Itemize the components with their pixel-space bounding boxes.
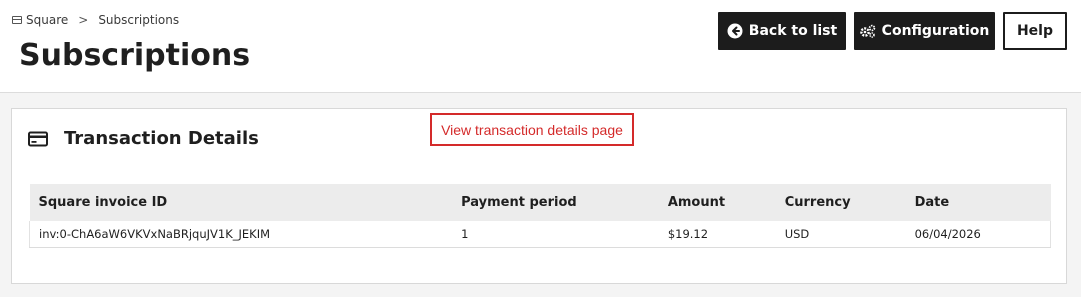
breadcrumb-current: Subscriptions [98, 13, 180, 27]
column-header-payment-period: Payment period [452, 184, 659, 221]
back-to-list-label: Back to list [748, 23, 838, 39]
configuration-button[interactable]: Configuration [854, 12, 995, 50]
card-title: Transaction Details [28, 128, 259, 149]
gears-icon [859, 24, 876, 38]
breadcrumb-link-square[interactable]: Square [26, 13, 68, 27]
page-header: Square > Subscriptions Subscriptions Bac… [0, 0, 1081, 93]
annotation-label: View transaction details page [430, 113, 634, 146]
cell-invoice-id: inv:0-ChA6aW6VKVxNaBRjquJV1K_JEKIM [29, 221, 453, 248]
transactions-table: Square invoice ID Payment period Amount … [29, 184, 1051, 248]
page-title: Subscriptions [19, 38, 251, 73]
column-header-date: Date [905, 184, 1051, 221]
table-header-row: Square invoice ID Payment period Amount … [29, 184, 1051, 221]
column-header-currency: Currency [775, 184, 906, 221]
credit-card-icon [28, 131, 48, 147]
arrow-left-circle-icon [727, 23, 743, 39]
table-row: inv:0-ChA6aW6VKVxNaBRjquJV1K_JEKIM 1 $19… [29, 221, 1051, 248]
cell-payment-period: 1 [452, 221, 659, 248]
breadcrumb: Square > Subscriptions [12, 13, 179, 27]
card-title-label: Transaction Details [64, 128, 259, 149]
column-header-amount: Amount [658, 184, 776, 221]
column-header-invoice-id: Square invoice ID [29, 184, 453, 221]
help-label: Help [1016, 23, 1054, 39]
cell-date: 06/04/2026 [905, 221, 1051, 248]
window-icon [12, 16, 22, 24]
breadcrumb-separator: > [78, 13, 89, 27]
cell-amount: $19.12 [658, 221, 776, 248]
cell-currency: USD [775, 221, 906, 248]
back-to-list-button[interactable]: Back to list [718, 12, 846, 50]
configuration-label: Configuration [881, 23, 990, 39]
transaction-details-card: Transaction Details View transaction det… [11, 108, 1067, 284]
help-button[interactable]: Help [1003, 12, 1067, 50]
